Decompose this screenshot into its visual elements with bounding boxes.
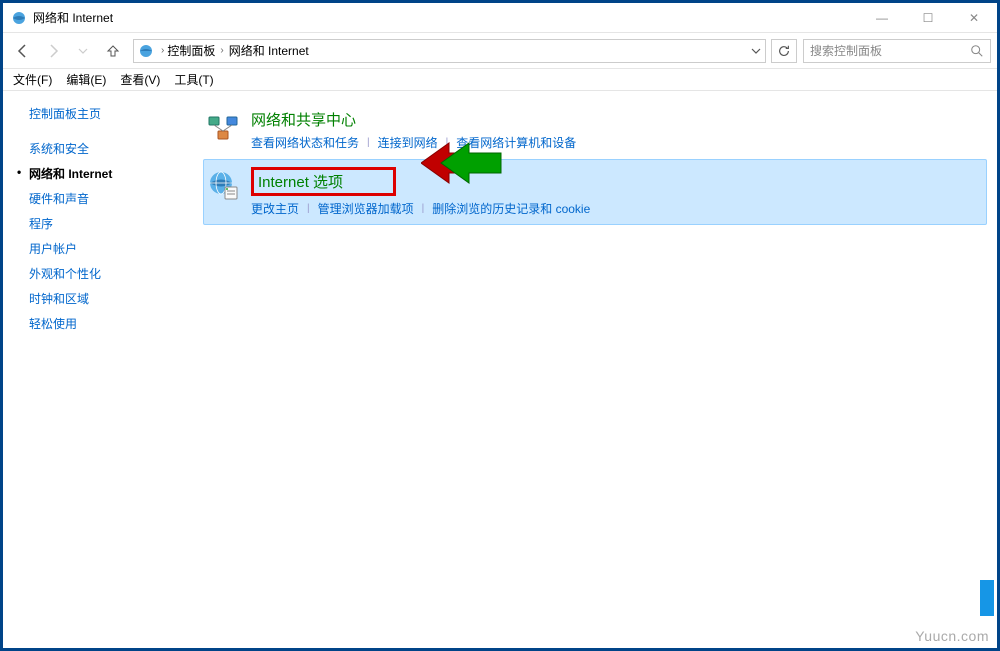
category-sublink[interactable]: 连接到网络 [378, 134, 438, 151]
link-separator: | [367, 137, 370, 148]
side-accent [980, 580, 994, 616]
internet-options-icon [207, 169, 239, 201]
sidebar-item[interactable]: 网络和 Internet [29, 161, 193, 186]
chevron-down-icon[interactable] [751, 46, 761, 56]
category-row: Internet 选项更改主页 | 管理浏览器加载项 | 删除浏览的历史记录和 cook… [203, 159, 987, 225]
menu-file[interactable]: 文件(F) [13, 71, 52, 88]
chevron-right-icon[interactable]: › [217, 45, 226, 56]
sidebar-item[interactable]: 程序 [29, 211, 193, 236]
chevron-right-icon[interactable]: › [158, 45, 167, 56]
category-title-link[interactable]: 网络和共享中心 [251, 109, 356, 130]
sidebar: 控制面板主页 系统和安全网络和 Internet硬件和声音程序用户帐户外观和个性… [3, 91, 203, 648]
close-button[interactable]: ✕ [951, 3, 997, 33]
category-sublink[interactable]: 更改主页 [251, 200, 299, 217]
sidebar-item[interactable]: 时钟和区域 [29, 286, 193, 311]
main-content: 网络和共享中心查看网络状态和任务 | 连接到网络 | 查看网络计算机和设备 Interne… [203, 91, 997, 648]
menu-tools[interactable]: 工具(T) [174, 71, 213, 88]
refresh-button[interactable] [771, 39, 797, 63]
sidebar-item[interactable]: 轻松使用 [29, 311, 193, 336]
sidebar-item[interactable]: 硬件和声音 [29, 186, 193, 211]
category-sublink[interactable]: 查看网络状态和任务 [251, 134, 359, 151]
menu-view[interactable]: 查看(V) [120, 71, 160, 88]
category-sublink[interactable]: 查看网络计算机和设备 [456, 134, 576, 151]
maximize-button[interactable]: ☐ [905, 3, 951, 33]
search-input[interactable]: 搜索控制面板 [803, 39, 991, 63]
titlebar: 网络和 Internet — ☐ ✕ [3, 3, 997, 33]
search-icon [970, 44, 984, 58]
address-icon [138, 43, 154, 59]
navbar: › 控制面板 › 网络和 Internet 搜索控制面板 [3, 33, 997, 69]
breadcrumb-item[interactable]: 控制面板 [167, 42, 215, 59]
search-placeholder: 搜索控制面板 [810, 42, 970, 59]
watermark: Yuucn.com [915, 628, 989, 644]
category-row: 网络和共享中心查看网络状态和任务 | 连接到网络 | 查看网络计算机和设备 [203, 101, 987, 159]
category-sublink[interactable]: 删除浏览的历史记录和 cookie [432, 200, 590, 217]
menu-edit[interactable]: 编辑(E) [66, 71, 106, 88]
link-separator: | [422, 203, 425, 214]
address-bar[interactable]: › 控制面板 › 网络和 Internet [133, 39, 766, 63]
up-button[interactable] [99, 37, 127, 65]
window-title: 网络和 Internet [33, 9, 859, 26]
breadcrumb-item[interactable]: 网络和 Internet [229, 42, 309, 59]
link-separator: | [446, 137, 449, 148]
recent-locations-button[interactable] [69, 37, 97, 65]
network-sharing-icon [207, 111, 239, 143]
category-title-link[interactable]: Internet 选项 [251, 167, 396, 196]
forward-button [39, 37, 67, 65]
sidebar-item[interactable]: 系统和安全 [29, 136, 193, 161]
sidebar-item[interactable]: 用户帐户 [29, 236, 193, 261]
menubar: 文件(F) 编辑(E) 查看(V) 工具(T) [3, 69, 997, 91]
back-button[interactable] [9, 37, 37, 65]
category-sublink[interactable]: 管理浏览器加载项 [318, 200, 414, 217]
control-panel-home-link[interactable]: 控制面板主页 [29, 105, 193, 122]
sidebar-item[interactable]: 外观和个性化 [29, 261, 193, 286]
minimize-button[interactable]: — [859, 3, 905, 33]
link-separator: | [307, 203, 310, 214]
app-icon [11, 10, 27, 26]
